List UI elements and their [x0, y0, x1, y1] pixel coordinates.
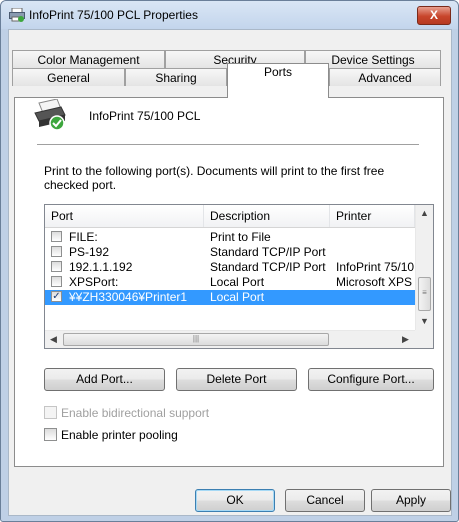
- delete-port-button[interactable]: Delete Port: [176, 368, 297, 391]
- tab-ports[interactable]: Ports: [227, 63, 329, 98]
- tab-label: Sharing: [155, 71, 197, 85]
- apply-button[interactable]: Apply: [371, 489, 451, 512]
- bidirectional-checkbox[interactable]: [44, 406, 57, 419]
- tab-label: Advanced: [358, 71, 412, 85]
- pooling-label: Enable printer pooling: [61, 428, 178, 442]
- add-port-button[interactable]: Add Port...: [44, 368, 165, 391]
- port-description: Print to File: [210, 230, 271, 244]
- port-description: Local Port: [210, 275, 265, 289]
- port-description: Standard TCP/IP Port: [210, 245, 326, 259]
- list-item[interactable]: FILE: Print to File: [45, 230, 415, 245]
- properties-window: InfoPrint 75/100 PCL Properties X Color …: [0, 0, 459, 522]
- printer-name: InfoPrint 75/100 PCL: [89, 109, 201, 123]
- scrollbar-corner: [415, 330, 433, 348]
- port-name: XPSPort:: [69, 275, 119, 289]
- column-label: Description: [210, 209, 271, 223]
- tab-label: Ports: [263, 65, 292, 79]
- port-checkbox[interactable]: [51, 276, 62, 287]
- divider: [37, 144, 419, 146]
- scroll-right-icon[interactable]: ▶: [397, 331, 414, 348]
- tab-sharing[interactable]: Sharing: [125, 68, 227, 86]
- column-header-port[interactable]: Port: [45, 205, 204, 227]
- tab-color-management[interactable]: Color Management: [12, 50, 165, 68]
- port-name: FILE:: [69, 230, 98, 244]
- close-button[interactable]: X: [417, 6, 451, 25]
- horizontal-scroll-thumb[interactable]: |||: [63, 333, 329, 346]
- port-description: Local Port: [210, 290, 265, 304]
- scroll-left-icon[interactable]: ◀: [45, 331, 62, 348]
- vertical-scrollbar[interactable]: ▲ ≡ ▼: [415, 205, 433, 330]
- port-printer: InfoPrint 75/10: [336, 260, 414, 274]
- tab-label: General: [47, 71, 90, 85]
- list-item[interactable]: PS-192 Standard TCP/IP Port: [45, 245, 415, 260]
- column-label: Printer: [336, 209, 372, 223]
- scroll-down-icon[interactable]: ▼: [416, 313, 433, 330]
- configure-port-button[interactable]: Configure Port...: [308, 368, 434, 391]
- close-icon: X: [429, 8, 438, 22]
- port-name: ¥¥ZH330046¥Printer1: [69, 290, 188, 304]
- list-item[interactable]: 192.1.1.192 Standard TCP/IP Port InfoPri…: [45, 260, 415, 275]
- cancel-button[interactable]: Cancel: [285, 489, 365, 512]
- list-item[interactable]: XPSPort: Local Port Microsoft XPS: [45, 275, 415, 290]
- tab-label: Color Management: [37, 53, 140, 67]
- column-header-printer[interactable]: Printer: [330, 205, 415, 227]
- title-bar[interactable]: InfoPrint 75/100 PCL Properties X: [1, 1, 458, 29]
- port-checkbox[interactable]: [51, 246, 62, 257]
- port-name: PS-192: [69, 245, 110, 259]
- horizontal-scrollbar[interactable]: ◀ ||| ▶: [45, 330, 415, 348]
- printer-icon: [34, 99, 66, 131]
- printer-icon: [9, 8, 25, 22]
- tab-label: Device Settings: [331, 53, 415, 67]
- ok-button[interactable]: OK: [195, 489, 275, 512]
- tab-advanced[interactable]: Advanced: [329, 68, 441, 86]
- ports-list[interactable]: Port Description Printer FILE: Print to …: [44, 204, 434, 349]
- window-title: InfoPrint 75/100 PCL Properties: [29, 8, 198, 22]
- scroll-up-icon[interactable]: ▲: [416, 205, 433, 222]
- column-header-description[interactable]: Description: [204, 205, 330, 227]
- bidirectional-label: Enable bidirectional support: [61, 406, 210, 420]
- port-description: Standard TCP/IP Port: [210, 260, 326, 274]
- instructions-text: Print to the following port(s). Document…: [44, 164, 385, 192]
- tab-general[interactable]: General: [12, 68, 125, 86]
- port-checkbox[interactable]: [51, 261, 62, 272]
- port-name: 192.1.1.192: [69, 260, 133, 274]
- column-label: Port: [51, 209, 74, 223]
- port-printer: Microsoft XPS: [336, 275, 413, 289]
- list-header: Port Description Printer: [45, 205, 415, 228]
- port-checkbox-checked[interactable]: ✓: [51, 291, 62, 302]
- list-item-selected[interactable]: ✓ ¥¥ZH330046¥Printer1 Local Port: [45, 290, 415, 305]
- port-checkbox[interactable]: [51, 231, 62, 242]
- vertical-scroll-thumb[interactable]: ≡: [418, 277, 431, 311]
- pooling-checkbox[interactable]: [44, 428, 57, 441]
